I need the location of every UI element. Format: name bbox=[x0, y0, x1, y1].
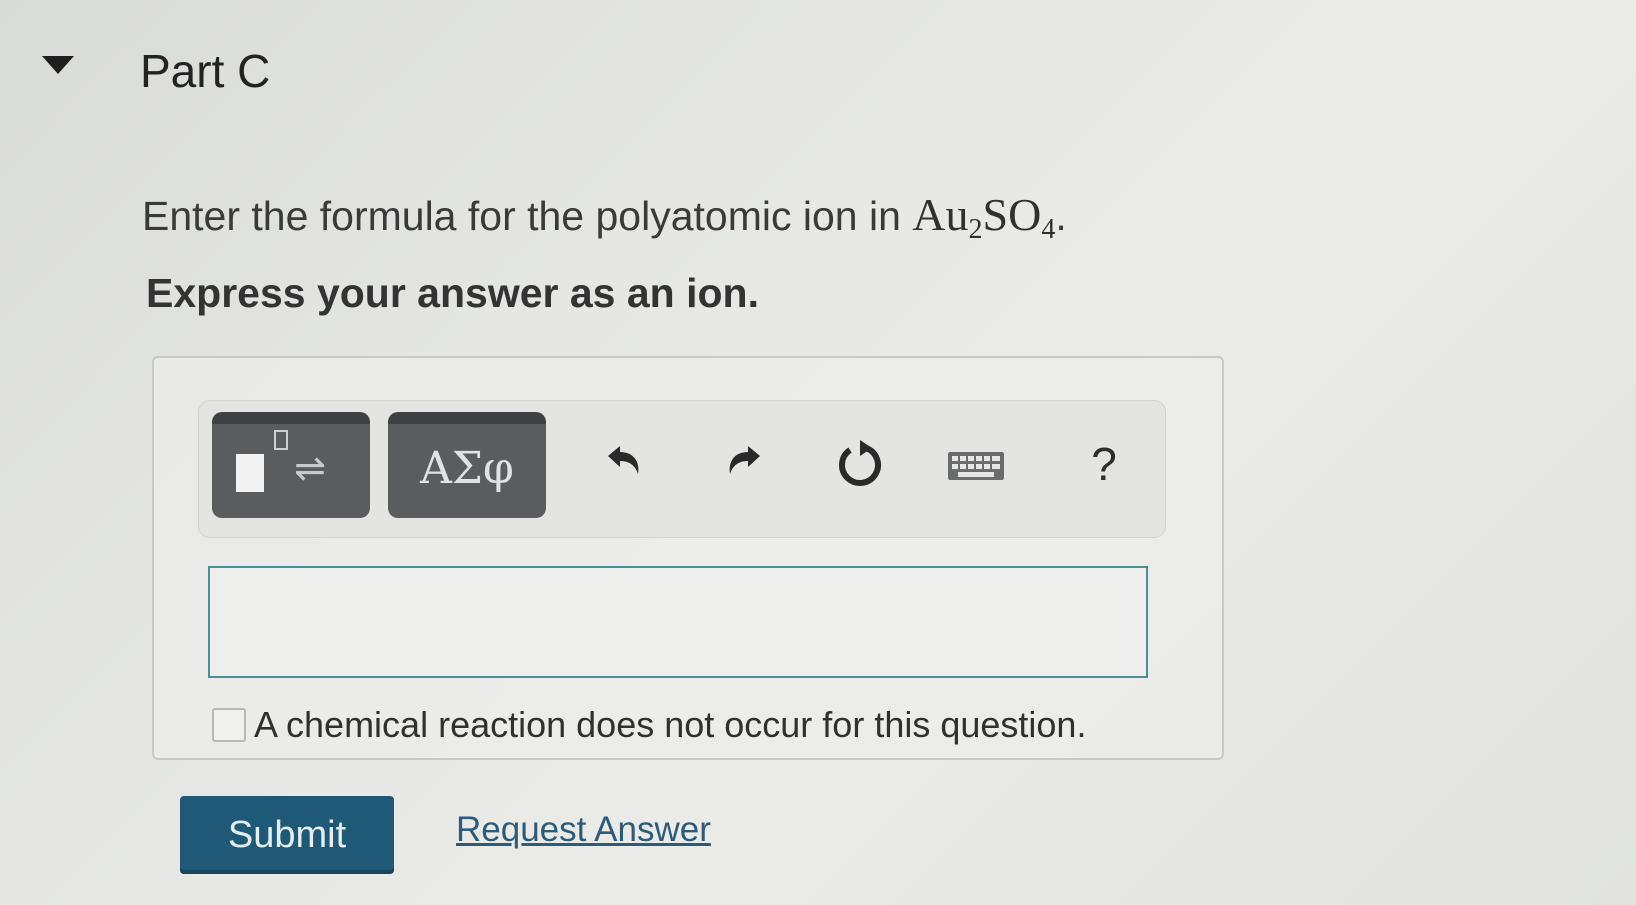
collapse-triangle-icon[interactable] bbox=[42, 56, 74, 74]
equilibrium-arrows-icon: ⇌ bbox=[294, 446, 326, 490]
greek-symbols-button[interactable]: ΑΣφ bbox=[388, 412, 546, 518]
no-reaction-label[interactable]: A chemical reaction does not occur for t… bbox=[254, 704, 1086, 746]
question-prompt: Enter the formula for the polyatomic ion… bbox=[142, 188, 1067, 246]
reset-icon[interactable] bbox=[830, 434, 890, 494]
formula-part-so: SO bbox=[982, 189, 1042, 240]
answer-input[interactable] bbox=[208, 566, 1148, 678]
formula-part-au: Au bbox=[912, 189, 969, 240]
keyboard-icon[interactable] bbox=[946, 434, 1006, 494]
undo-icon[interactable] bbox=[594, 434, 654, 494]
no-reaction-option[interactable]: A chemical reaction does not occur for t… bbox=[212, 700, 1086, 750]
template-big-box-icon bbox=[236, 454, 264, 492]
template-superscript-box-icon bbox=[274, 430, 288, 450]
request-answer-link[interactable]: Request Answer bbox=[456, 810, 711, 850]
formula-sub-4: 4 bbox=[1041, 214, 1056, 245]
submit-button[interactable]: Submit bbox=[180, 796, 394, 874]
formula-sub-2: 2 bbox=[968, 214, 983, 245]
chemical-formula: Au2SO4 bbox=[912, 189, 1055, 245]
prompt-text: Enter the formula for the polyatomic ion… bbox=[142, 193, 913, 239]
templates-button[interactable]: ⇌ bbox=[212, 412, 370, 518]
redo-icon[interactable] bbox=[714, 434, 774, 494]
answer-instruction: Express your answer as an ion. bbox=[146, 270, 759, 316]
help-button[interactable]: ? bbox=[1074, 434, 1134, 494]
prompt-period: . bbox=[1055, 193, 1067, 239]
part-title: Part C bbox=[140, 45, 271, 97]
no-reaction-checkbox[interactable] bbox=[212, 708, 246, 742]
